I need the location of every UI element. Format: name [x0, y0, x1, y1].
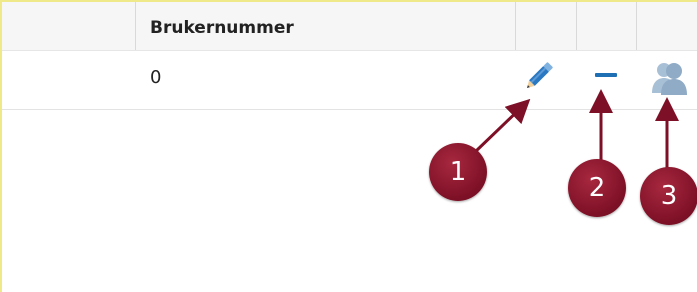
remove-button[interactable] — [592, 65, 622, 85]
callout-3: 3 — [640, 167, 697, 225]
column-divider — [515, 2, 516, 50]
column-divider — [135, 2, 136, 50]
minus-remove-icon — [595, 73, 617, 77]
table-header-row: Brukernummer — [2, 2, 697, 51]
users-button[interactable] — [650, 59, 690, 97]
callout-1: 1 — [429, 143, 487, 201]
column-header-brukernummer[interactable]: Brukernummer — [150, 18, 294, 38]
users-icon — [652, 63, 687, 95]
pencil-edit-icon — [526, 62, 553, 89]
callout-2: 2 — [568, 159, 626, 217]
brukernummer-cell: 0 — [150, 67, 162, 88]
edit-button[interactable] — [520, 57, 558, 95]
table-row: 0 — [2, 51, 697, 110]
column-divider — [576, 2, 577, 50]
column-divider — [636, 2, 637, 50]
